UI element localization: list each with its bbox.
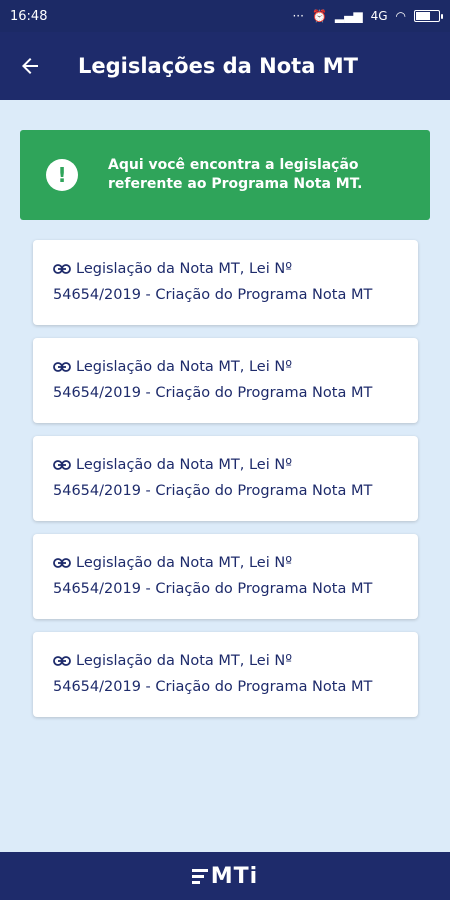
banner-text: Aqui você encontra a legislação referent… (108, 156, 362, 194)
banner-line-2: referente ao Programa Nota MT. (108, 176, 363, 192)
exclamation-circle-icon: ! (46, 159, 78, 191)
item-title: Legislação da Nota MT, Lei Nº (76, 653, 293, 669)
item-subtitle: 54654/2019 - Criação do Programa Nota MT (53, 483, 373, 499)
banner-line-1: Aqui você encontra a legislação (108, 157, 359, 173)
item-subtitle: 54654/2019 - Criação do Programa Nota MT (53, 287, 373, 303)
arrow-left-icon (22, 58, 38, 74)
legislation-item[interactable]: Legislação da Nota MT, Lei Nº 54654/2019… (33, 338, 418, 423)
signal-icon: ▂▄▆ (334, 9, 363, 23)
footer: MTi (0, 852, 450, 900)
mti-logo: MTi (191, 863, 259, 889)
item-subtitle: 54654/2019 - Criação do Programa Nota MT (53, 679, 373, 695)
wifi-icon: ◠ (395, 9, 406, 23)
item-title: Legislação da Nota MT, Lei Nº (76, 555, 293, 571)
status-time: 16:48 (10, 8, 48, 24)
link-icon (53, 258, 73, 280)
link-icon (53, 650, 73, 672)
item-title: Legislação da Nota MT, Lei Nº (76, 457, 293, 473)
info-banner: ! Aqui você encontra a legislação refere… (20, 130, 430, 220)
logo-lines (191, 868, 208, 884)
link-icon (53, 552, 73, 574)
legislation-item[interactable]: Legislação da Nota MT, Lei Nº 54654/2019… (33, 632, 418, 717)
legislation-item[interactable]: Legislação da Nota MT, Lei Nº 54654/2019… (33, 534, 418, 619)
legislation-item[interactable]: Legislação da Nota MT, Lei Nº 54654/2019… (33, 240, 418, 325)
legislation-list: Legislação da Nota MT, Lei Nº 54654/2019… (33, 240, 418, 730)
link-icon (53, 356, 73, 378)
logo-text: MTi (210, 863, 259, 889)
dots-icon: ··· (292, 9, 304, 23)
status-icons: ··· ⏰ ▂▄▆ 4G ◠ (292, 9, 443, 23)
back-button[interactable] (0, 32, 60, 100)
item-title: Legislação da Nota MT, Lei Nº (76, 261, 293, 277)
alarm-icon: ⏰ (311, 9, 327, 23)
item-title: Legislação da Nota MT, Lei Nº (76, 359, 293, 375)
item-subtitle: 54654/2019 - Criação do Programa Nota MT (53, 385, 373, 401)
status-bar: 16:48 ··· ⏰ ▂▄▆ 4G ◠ (0, 0, 450, 32)
legislation-item[interactable]: Legislação da Nota MT, Lei Nº 54654/2019… (33, 436, 418, 521)
page-title: Legislações da Nota MT (78, 54, 358, 78)
network-type-label: 4G (370, 9, 388, 23)
battery-icon (414, 10, 443, 22)
link-icon (53, 454, 73, 476)
app-bar: Legislações da Nota MT (0, 32, 450, 100)
item-subtitle: 54654/2019 - Criação do Programa Nota MT (53, 581, 373, 597)
